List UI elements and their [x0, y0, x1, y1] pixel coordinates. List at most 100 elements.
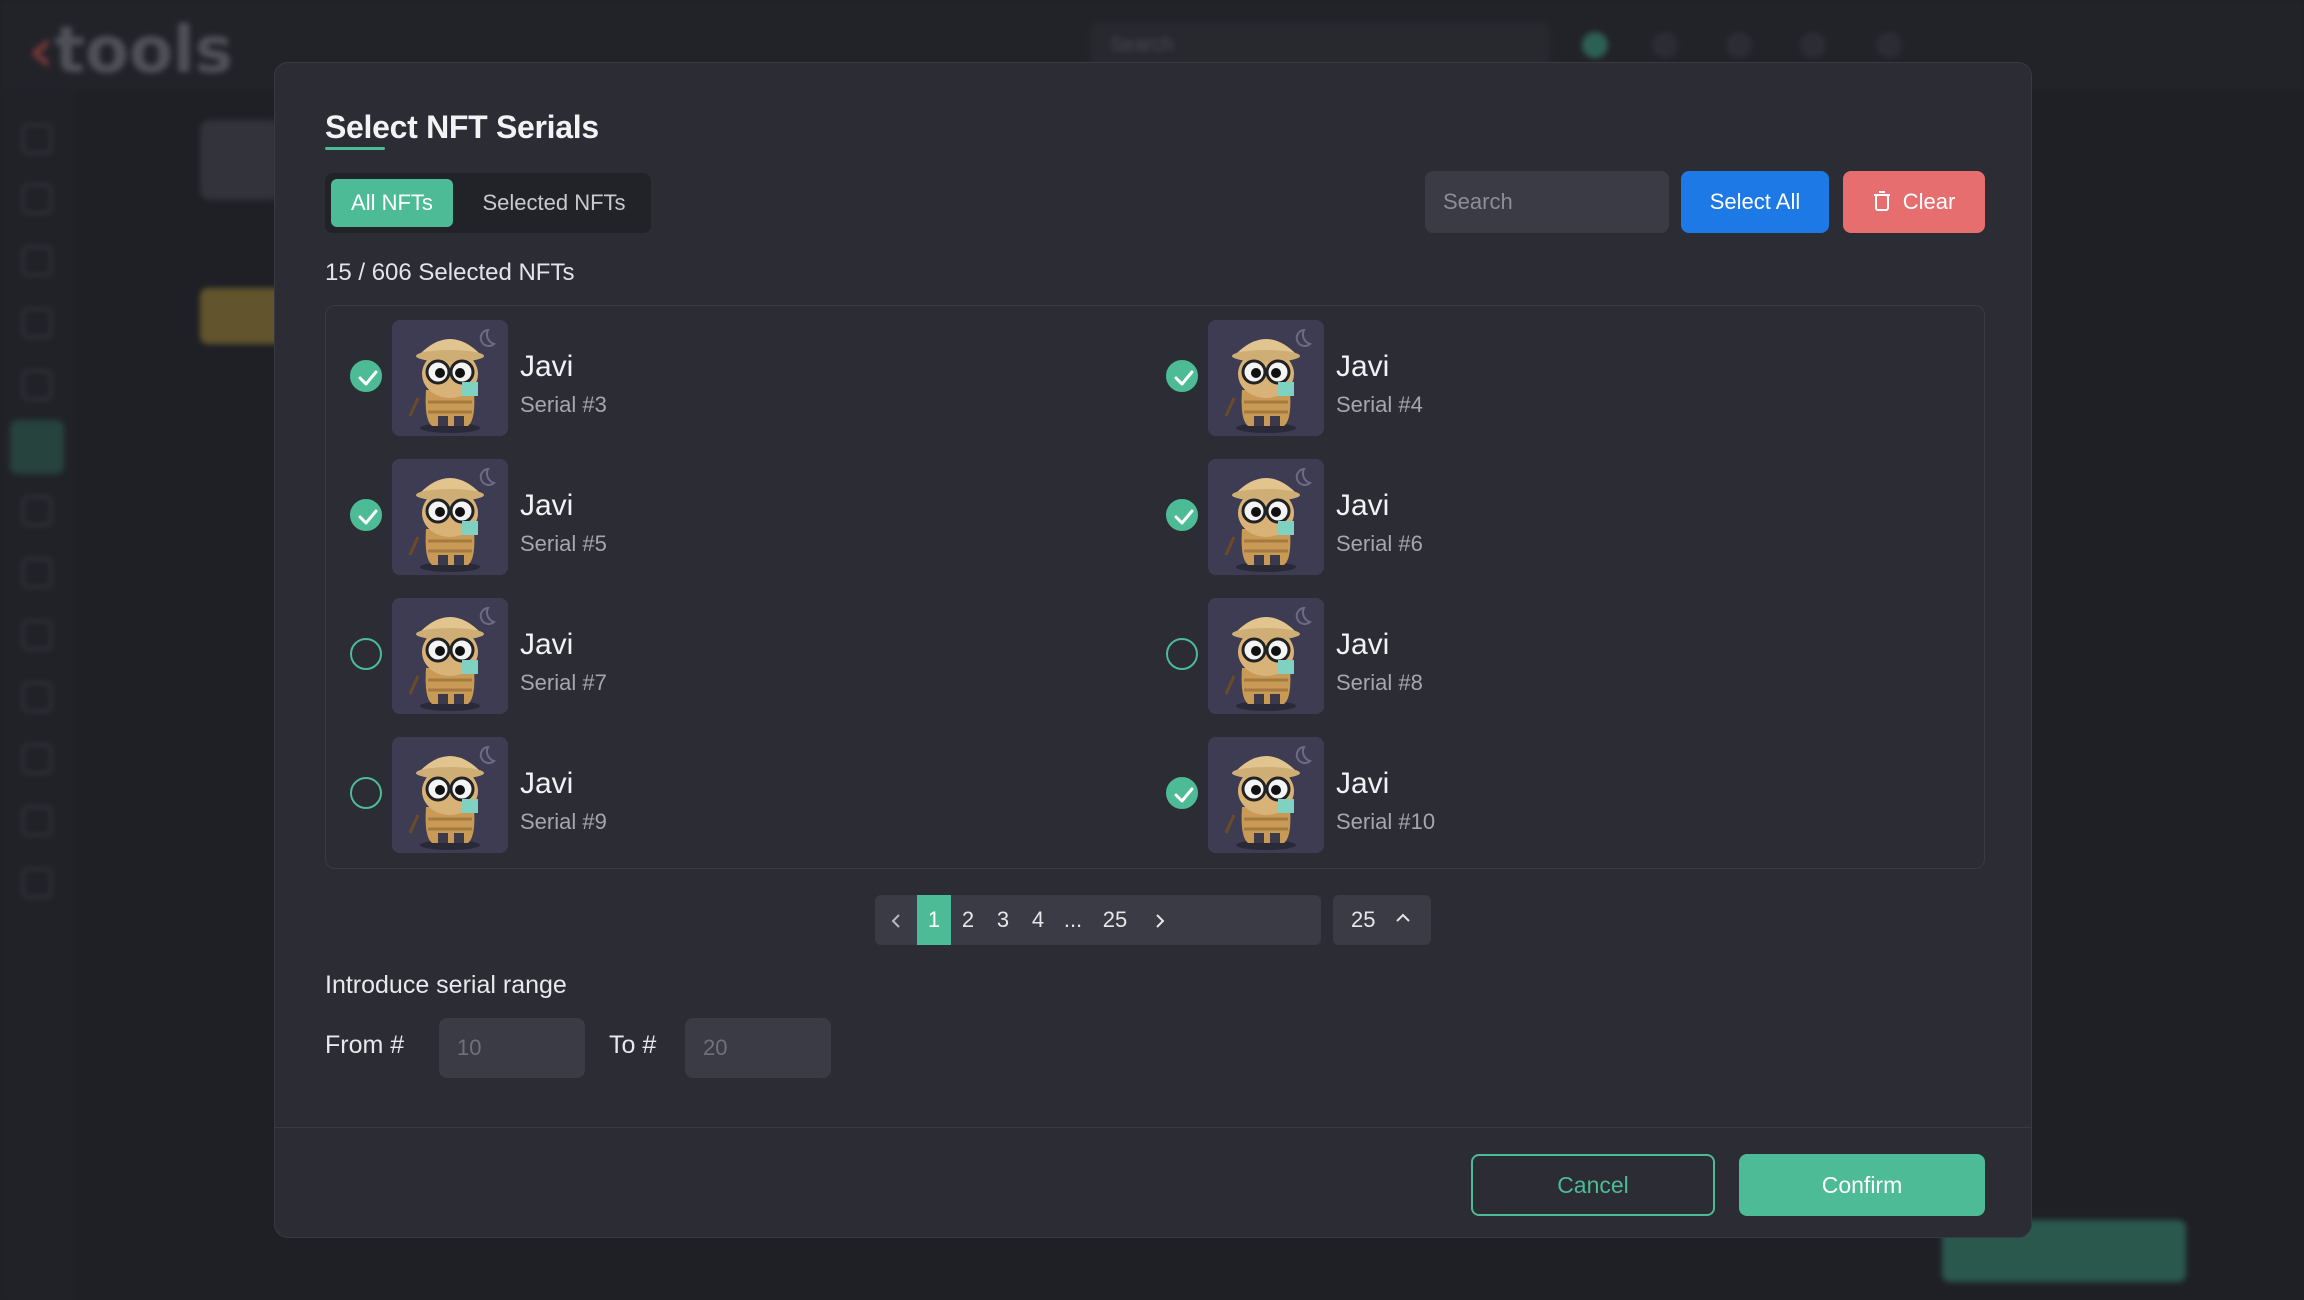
sidebar-icon: [22, 558, 52, 588]
next-page-button[interactable]: [1139, 895, 1181, 945]
to-label: To #: [609, 1031, 657, 1059]
nft-name: Javi: [1336, 489, 1390, 522]
status-dot-icon: [1582, 32, 1608, 58]
from-label: From #: [325, 1031, 405, 1059]
nft-name: Javi: [1336, 767, 1390, 800]
sidebar-icon: [22, 496, 52, 526]
nft-list-item[interactable]: Javi Serial #10: [1142, 733, 1942, 857]
nft-serial: Serial #10: [1336, 809, 1436, 834]
nft-select-radio[interactable]: [1166, 499, 1198, 531]
page-button[interactable]: 2: [951, 895, 985, 945]
nft-thumbnail: [1208, 459, 1324, 575]
select-all-button[interactable]: Select All: [1681, 171, 1829, 233]
nft-grid: Javi Serial #3 Javi Serial #4 Javi Seria…: [325, 305, 1985, 869]
nft-select-radio[interactable]: [350, 638, 382, 670]
chevron-right-icon: [1156, 914, 1165, 928]
app-logo: ‹tools: [28, 14, 233, 88]
nft-serial: Serial #4: [1336, 392, 1423, 417]
selected-count: 15 / 606 Selected NFTs: [325, 259, 575, 286]
nft-select-radio[interactable]: [1166, 638, 1198, 670]
check-icon: [1174, 787, 1194, 803]
sidebar-icon: [22, 246, 52, 276]
nft-select-radio[interactable]: [350, 499, 382, 531]
nft-name: Javi: [520, 628, 574, 661]
page-button[interactable]: 1: [917, 895, 951, 945]
pagination: 1 2 3 4 ... 25: [875, 895, 1321, 945]
nft-thumbnail: [392, 737, 508, 853]
nft-thumbnail: [1208, 598, 1324, 714]
page-ellipsis: ...: [1063, 907, 1083, 932]
chevron-left-icon: [891, 914, 900, 928]
nft-serial: Serial #8: [1336, 670, 1423, 695]
nft-name: Javi: [520, 350, 574, 383]
background-account: [1960, 22, 2260, 62]
nft-select-radio[interactable]: [350, 360, 382, 392]
from-serial-input[interactable]: [439, 1018, 585, 1078]
nft-serial: Serial #7: [520, 670, 607, 695]
chevron-up-icon: [1396, 913, 1410, 922]
check-icon: [358, 509, 378, 525]
nft-select-radio[interactable]: [1166, 360, 1198, 392]
background-sidebar-active: [10, 420, 64, 474]
nft-list-item[interactable]: Javi Serial #3: [326, 316, 1126, 440]
background-icon: [1652, 32, 1678, 58]
nft-name: Javi: [1336, 350, 1390, 383]
nft-thumbnail: [1208, 737, 1324, 853]
page-button[interactable]: 25: [1091, 895, 1139, 945]
nft-thumbnail: [392, 320, 508, 436]
nft-serial: Serial #3: [520, 392, 607, 417]
to-serial-input[interactable]: [685, 1018, 831, 1078]
sidebar-icon: [22, 308, 52, 338]
nft-thumbnail: [1208, 320, 1324, 436]
nft-thumbnail: [392, 598, 508, 714]
check-icon: [1174, 509, 1194, 525]
nft-serial: Serial #5: [520, 531, 607, 556]
background-icon: [1876, 32, 1902, 58]
nft-name: Javi: [520, 767, 574, 800]
tab-all-nfts[interactable]: All NFTs: [331, 179, 453, 227]
page-button[interactable]: 3: [985, 895, 1021, 945]
footer-divider: [275, 1127, 2031, 1128]
tab-selected-nfts[interactable]: Selected NFTs: [463, 179, 645, 227]
sidebar-icon: [22, 868, 52, 898]
per-page-select[interactable]: 25: [1333, 895, 1431, 945]
nft-list-item[interactable]: Javi Serial #6: [1142, 455, 1942, 579]
sidebar-icon: [22, 620, 52, 650]
search-input[interactable]: [1425, 171, 1669, 233]
trash-icon: [1873, 191, 1890, 212]
clear-label: Clear: [1902, 189, 1956, 214]
per-page-value: 25: [1351, 907, 1376, 932]
nft-name: Javi: [520, 489, 574, 522]
sidebar-icon: [22, 124, 52, 154]
nft-name: Javi: [1336, 628, 1390, 661]
nft-select-radio[interactable]: [1166, 777, 1198, 809]
clear-button[interactable]: Clear: [1843, 171, 1985, 233]
title-underline: [325, 147, 385, 150]
background-icon: [1800, 32, 1826, 58]
nft-list-item[interactable]: Javi Serial #5: [326, 455, 1126, 579]
select-nft-serials-modal: Select NFT Serials All NFTs Selected NFT…: [274, 62, 2032, 1238]
prev-page-button[interactable]: [875, 895, 917, 945]
background-card: [200, 120, 280, 200]
page-button[interactable]: 4: [1021, 895, 1055, 945]
nft-serial: Serial #6: [1336, 531, 1423, 556]
background-icon: [1726, 32, 1752, 58]
nft-list-item[interactable]: Javi Serial #9: [326, 733, 1126, 857]
nft-serial: Serial #9: [520, 809, 607, 834]
modal-title: Select NFT Serials: [325, 109, 599, 145]
sidebar-icon: [22, 184, 52, 214]
serial-range-title: Introduce serial range: [325, 971, 567, 999]
sidebar-icon: [22, 806, 52, 836]
check-icon: [1174, 370, 1194, 386]
nft-list-item[interactable]: Javi Serial #7: [326, 594, 1126, 718]
nft-thumbnail: [392, 459, 508, 575]
confirm-button[interactable]: Confirm: [1739, 1154, 1985, 1216]
sidebar-icon: [22, 682, 52, 712]
nft-list-item[interactable]: Javi Serial #8: [1142, 594, 1942, 718]
sidebar-icon: [22, 370, 52, 400]
nft-list-item[interactable]: Javi Serial #4: [1142, 316, 1942, 440]
nft-select-radio[interactable]: [350, 777, 382, 809]
nft-tabs: All NFTs Selected NFTs: [325, 173, 651, 233]
check-icon: [358, 370, 378, 386]
cancel-button[interactable]: Cancel: [1471, 1154, 1715, 1216]
